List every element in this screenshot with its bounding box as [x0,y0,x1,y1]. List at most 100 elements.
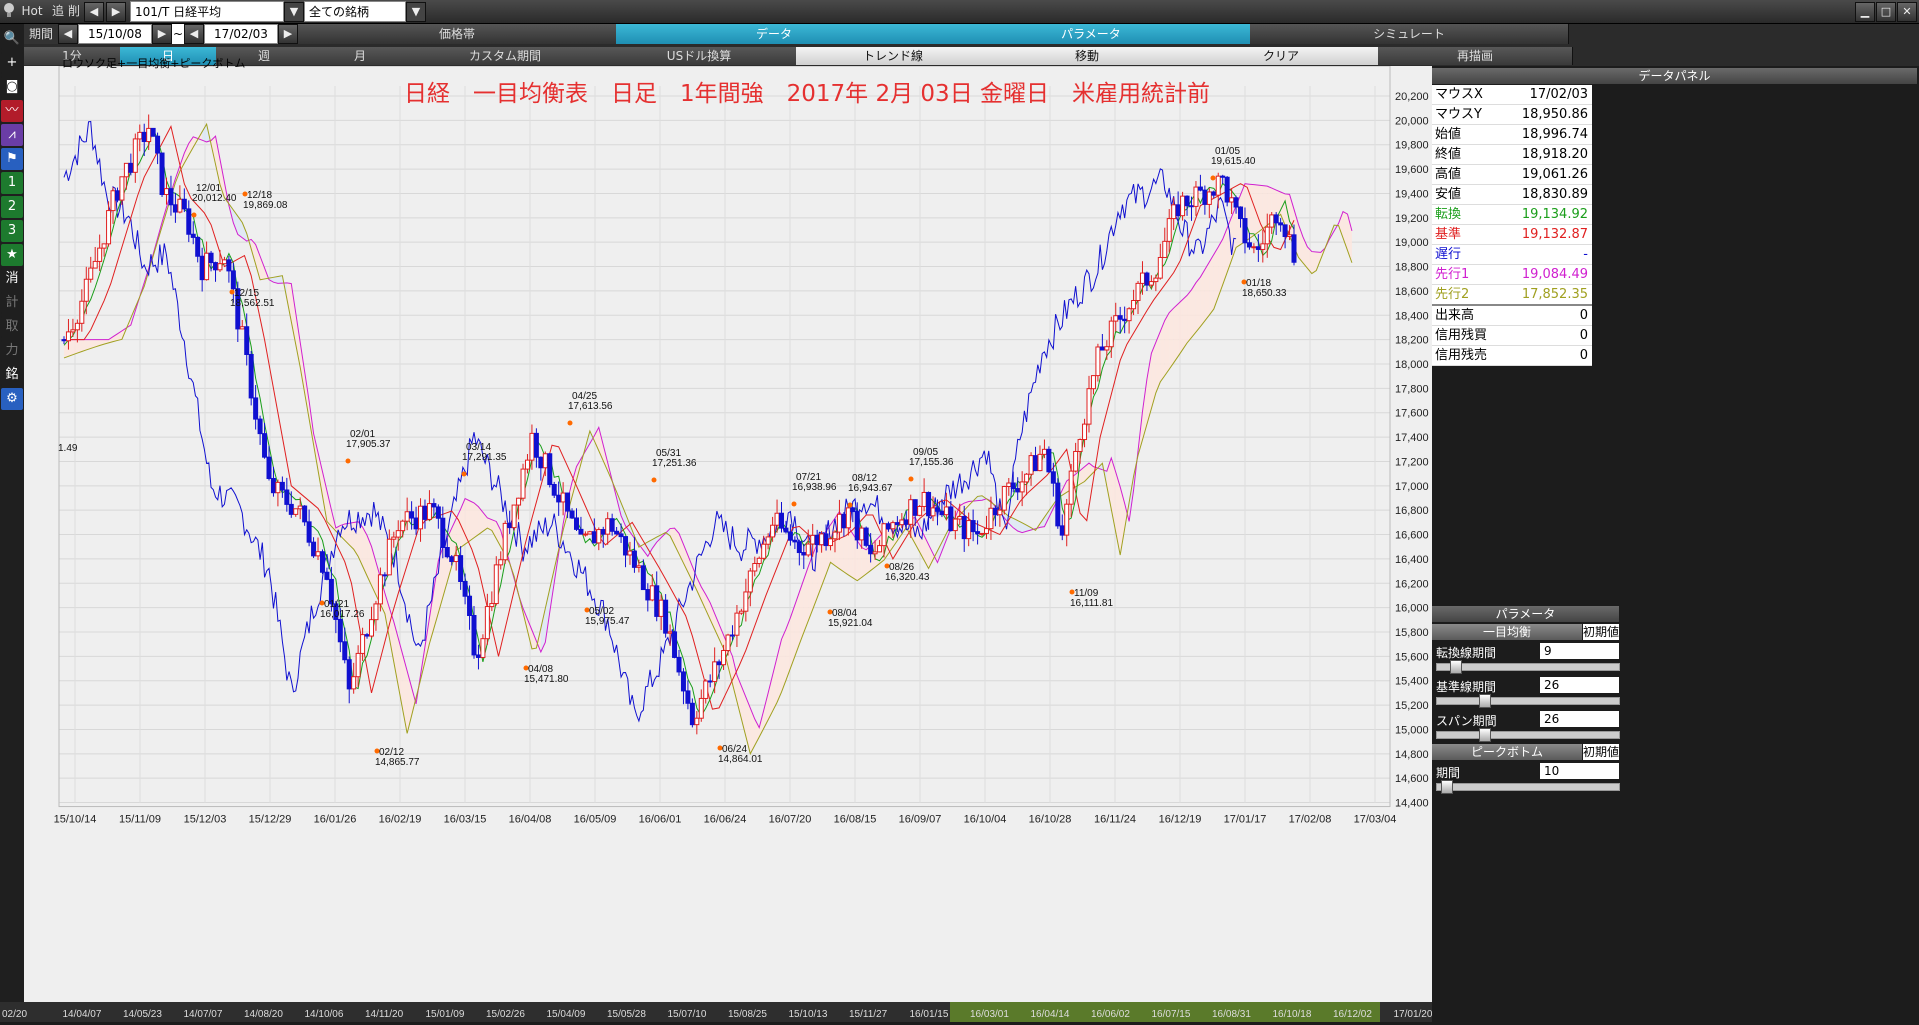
delete-button[interactable]: 削 [66,2,82,21]
tool-15[interactable]: 銘 [1,364,23,386]
date-to-prev-button[interactable]: ◀ [184,24,204,44]
peak-value-label: 15,921.04 [828,618,873,629]
kijun-input[interactable]: 26 [1540,677,1619,693]
tenkan-slider-knob[interactable] [1449,660,1462,674]
gear-icon[interactable]: ⚙ [1,388,23,410]
data-row: マウスX 17/02/03 [1432,85,1592,105]
date-from-next-button[interactable]: ▶ [152,24,172,44]
kijun-slider-knob[interactable] [1479,694,1491,708]
tool-14[interactable]: 力 [1,340,23,362]
candle-body [934,507,940,512]
candle-body [484,606,490,640]
candle-body [1202,189,1208,205]
date-from-input[interactable]: 15/10/08 [78,24,152,44]
tool-13[interactable]: 取 [1,316,23,338]
add-button[interactable]: 追 [50,2,66,21]
tab-redraw[interactable]: 再描画 [1378,47,1573,65]
y-tick-label: 20,200 [1395,91,1429,103]
candle-body [1291,234,1297,263]
peak-init-button[interactable]: 初期値 [1583,744,1619,760]
candle-body [863,527,869,546]
candle-body [168,188,174,206]
line-chart-icon[interactable]: 〰 [1,100,23,122]
candle-body [1144,272,1150,286]
chart-area[interactable]: 20,200 20,000 19,800 19,600 19,400 19,200 19,0… [24,57,1432,1002]
tool-9[interactable]: 3 [1,220,23,242]
tenkan-input[interactable]: 9 [1540,643,1619,659]
span-input[interactable]: 26 [1540,711,1619,727]
area-chart-icon[interactable]: ⩘ [1,124,23,146]
tool-12[interactable]: 計 [1,292,23,314]
candle-body [961,516,967,540]
tab-price-band[interactable]: 価格帯 [298,24,617,44]
candle-body [850,507,856,513]
left-toolbar: 🔍 + ◙ 〰 ⩘ ⚑ 1 2 3 ★ 消計取力銘 ⚙ [0,24,24,1022]
tab-data[interactable]: データ [616,24,933,44]
candle-body [926,491,932,517]
ichimoku-init-button[interactable]: 初期値 [1583,624,1619,640]
stock-list-dropdown-icon[interactable]: ▼ [406,2,426,22]
candle-body [975,531,981,535]
tab-usd-conversion[interactable]: USドル換算 [602,47,797,65]
bulb-icon[interactable] [2,2,16,21]
flag-icon[interactable]: ⚑ [1,148,23,170]
tab-trend-line[interactable]: トレンド線 [796,47,991,65]
span-slider[interactable] [1436,731,1620,739]
hot-button[interactable]: Hot [20,2,44,21]
tenkan-slider[interactable] [1436,663,1620,671]
minimize-icon[interactable]: ▁ [1855,2,1875,22]
tool-11[interactable]: 消 [1,268,23,290]
y-tick-label: 16,400 [1395,554,1429,566]
close-icon[interactable]: ✕ [1897,2,1917,22]
data-value: 19,134.92 [1521,207,1588,222]
date-to-next-button[interactable]: ▶ [278,24,298,44]
x-tick-label: 16/10/04 [964,814,1007,826]
star-icon[interactable]: ★ [1,244,23,266]
span-slider-knob[interactable] [1479,728,1491,742]
camera-icon[interactable]: ◙ [1,76,23,98]
y-tick-label: 15,400 [1395,676,1429,688]
candle-body [734,612,740,636]
tab-move[interactable]: 移動 [990,47,1185,65]
symbol-dropdown-icon[interactable]: ▼ [284,2,304,22]
maximize-icon[interactable]: □ [1876,2,1896,22]
data-value: 17/02/03 [1529,87,1588,102]
candle-body [1251,246,1257,249]
candle-body [783,527,789,533]
candle-body [248,353,254,399]
date-to-input[interactable]: 17/02/03 [204,24,278,44]
candle-body [164,188,169,195]
tab-simulate[interactable]: シミュレート [1250,24,1569,44]
candle-body [119,176,125,201]
candle-body [471,615,477,656]
prev-symbol-button[interactable]: ◀ [84,2,104,22]
peak-period-input[interactable]: 10 [1540,763,1619,779]
plus-icon[interactable]: + [1,52,23,74]
tab-monthly[interactable]: 月 [312,47,409,65]
x-tick-label: 16/03/15 [444,814,487,826]
symbol-input[interactable]: 101/T 日経平均 [130,1,284,22]
candle-body [1113,315,1119,322]
stock-list-select[interactable]: 全ての銘柄 [304,1,406,22]
ichimoku-chart[interactable]: 20,200 20,000 19,800 19,600 19,400 19,200 19,0… [24,65,1432,1002]
tool-8[interactable]: 2 [1,196,23,218]
peak-period-slider-knob[interactable] [1441,780,1454,794]
tab-clear[interactable]: クリア [1184,47,1379,65]
timeline-date-label: 15/08/25 [728,1009,767,1020]
tab-parameters[interactable]: パラメータ [932,24,1251,44]
candle-body [992,507,998,516]
tool-7[interactable]: 1 [1,172,23,194]
next-symbol-button[interactable]: ▶ [106,2,126,22]
date-from-prev-button[interactable]: ◀ [58,24,78,44]
peak-value-label: 19,869.08 [243,200,288,211]
search-icon[interactable]: 🔍 [1,28,23,50]
tab-custom-period[interactable]: カスタム期間 [408,47,603,65]
candle-body [747,570,753,593]
candle-body [1220,175,1226,178]
peak-period-slider[interactable] [1436,783,1620,791]
data-key: マウスX [1435,87,1483,102]
peak-value-label: 18,562.51 [230,298,275,309]
candle-body [1068,470,1074,505]
kijun-slider[interactable] [1436,697,1620,705]
timeline-scroller[interactable]: 02/20 14/04/07 14/05/23 14/07/07 14/08/20 14/… [0,1002,1433,1022]
